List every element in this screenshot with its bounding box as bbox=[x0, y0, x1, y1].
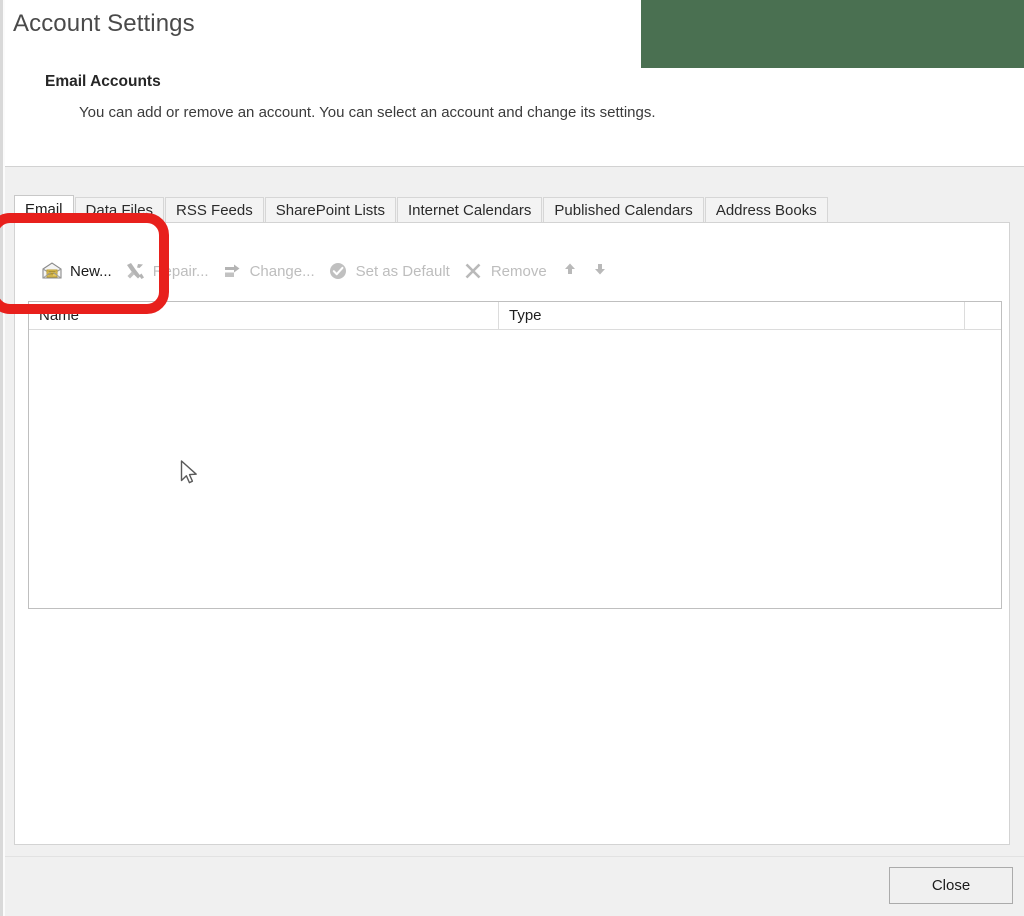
repair-button-label: Repair... bbox=[152, 262, 209, 280]
green-overlay-block bbox=[641, 0, 1024, 68]
column-header-type[interactable]: Type bbox=[499, 302, 965, 329]
page-title: Account Settings bbox=[13, 10, 195, 37]
tab-published-calendars[interactable]: Published Calendars bbox=[543, 197, 704, 223]
change-icon bbox=[221, 260, 243, 282]
tab-email-label: Email bbox=[25, 201, 63, 218]
x-icon bbox=[462, 260, 484, 282]
column-header-name[interactable]: Name bbox=[29, 302, 499, 329]
remove-button-label: Remove bbox=[490, 262, 547, 280]
tab-rss-feeds[interactable]: RSS Feeds bbox=[165, 197, 264, 223]
set-as-default-button-label: Set as Default bbox=[355, 262, 450, 280]
new-button-label: New... bbox=[70, 262, 112, 280]
column-header-spacer bbox=[965, 302, 1001, 329]
accounts-list-header: Name Type bbox=[29, 302, 1001, 330]
section-title: Email Accounts bbox=[45, 73, 161, 90]
tab-data-files-label: Data Files bbox=[85, 202, 154, 219]
wrench-hammer-icon bbox=[124, 260, 146, 282]
repair-button[interactable]: Repair... bbox=[120, 254, 217, 288]
tab-email[interactable]: Email bbox=[14, 195, 74, 223]
set-as-default-button[interactable]: Set as Default bbox=[323, 254, 458, 288]
change-button[interactable]: Change... bbox=[217, 254, 323, 288]
tab-internet-calendars-label: Internet Calendars bbox=[407, 202, 532, 219]
column-header-name-label: Name bbox=[39, 307, 80, 324]
column-header-type-label: Type bbox=[509, 307, 542, 324]
section-description: You can add or remove an account. You ca… bbox=[79, 104, 656, 121]
tab-published-calendars-label: Published Calendars bbox=[554, 202, 693, 219]
accounts-list-rows[interactable] bbox=[29, 330, 1001, 608]
accounts-toolbar: New... Repair... Change... Set as Defaul… bbox=[37, 253, 615, 289]
tab-address-books-label: Address Books bbox=[715, 202, 817, 219]
move-down-button[interactable] bbox=[585, 256, 615, 286]
close-button[interactable]: Close bbox=[889, 867, 1013, 904]
new-button[interactable]: New... bbox=[37, 254, 120, 288]
remove-button[interactable]: Remove bbox=[458, 254, 555, 288]
tab-address-books[interactable]: Address Books bbox=[704, 197, 828, 223]
tab-rss-feeds-label: RSS Feeds bbox=[176, 202, 253, 219]
check-circle-icon bbox=[327, 260, 349, 282]
change-button-label: Change... bbox=[249, 262, 315, 280]
account-settings-window: Account Settings Email Accounts You can … bbox=[0, 0, 1024, 916]
footer-divider bbox=[5, 856, 1024, 857]
tab-sharepoint-lists[interactable]: SharePoint Lists bbox=[264, 197, 396, 223]
tab-sharepoint-lists-label: SharePoint Lists bbox=[275, 202, 385, 219]
arrow-up-icon bbox=[562, 261, 578, 282]
new-mail-icon bbox=[41, 260, 63, 282]
tab-data-files[interactable]: Data Files bbox=[74, 197, 165, 223]
accounts-list[interactable]: Name Type bbox=[28, 301, 1002, 609]
tab-internet-calendars[interactable]: Internet Calendars bbox=[396, 197, 543, 223]
tab-strip: Email Data Files RSS Feeds SharePoint Li… bbox=[14, 195, 829, 223]
arrow-down-icon bbox=[592, 261, 608, 282]
move-up-button[interactable] bbox=[555, 256, 585, 286]
email-tab-panel: New... Repair... Change... Set as Defaul… bbox=[14, 222, 1010, 845]
